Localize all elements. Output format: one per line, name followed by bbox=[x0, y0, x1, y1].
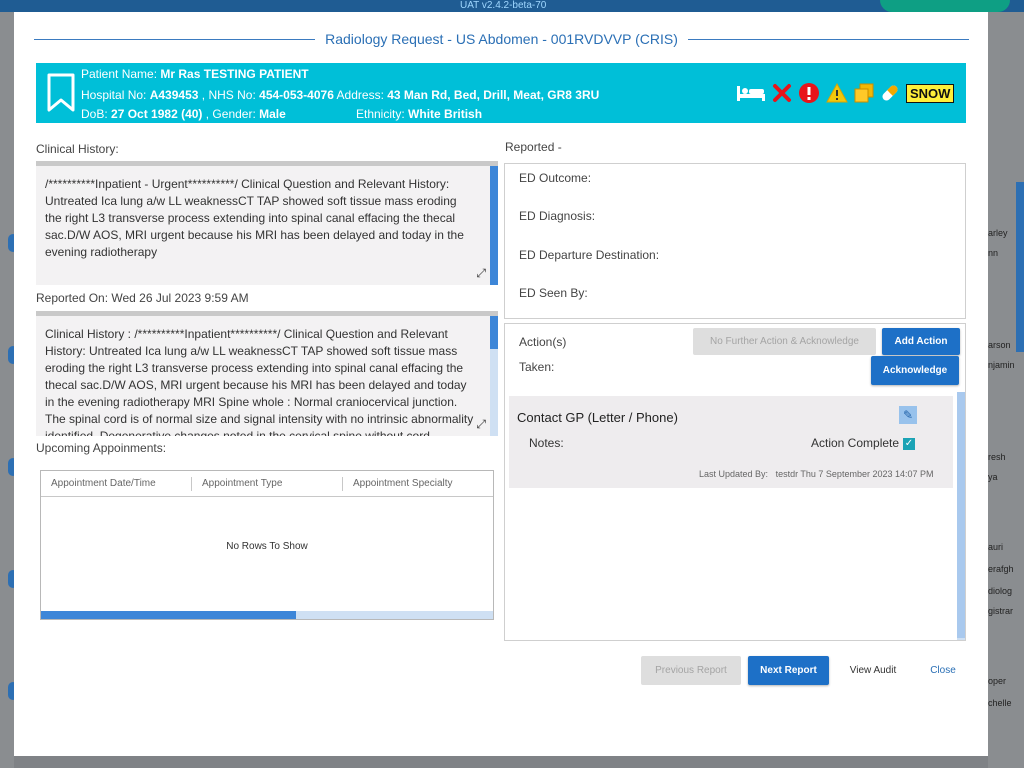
scroll-thumb[interactable] bbox=[490, 316, 498, 349]
nhs-no: 454-053-4076 bbox=[259, 88, 334, 102]
background-list-text: nn bbox=[988, 248, 999, 258]
background-list-text: oper bbox=[988, 676, 1007, 686]
last-updated: Last Updated By: testdr Thu 7 September … bbox=[699, 469, 934, 479]
view-audit-button[interactable]: View Audit bbox=[840, 656, 906, 685]
scroll-thumb[interactable] bbox=[490, 166, 498, 285]
title-rule-right bbox=[687, 38, 970, 40]
action-title: Contact GP (Letter / Phone) bbox=[517, 410, 678, 425]
snow-badge[interactable]: SNOW bbox=[906, 83, 955, 103]
actions-panel: Action(s) Taken: No Further Action & Ack… bbox=[504, 323, 966, 641]
modal-header: Radiology Request - US Abdomen - 001RVDV… bbox=[34, 30, 970, 48]
report-text: Clinical History : /**********Inpatient*… bbox=[45, 327, 474, 436]
title-rule-left bbox=[34, 38, 316, 40]
patient-banner: Patient Name: Mr Ras TESTING PATIENT Hos… bbox=[36, 63, 966, 123]
ed-seen-by-label: ED Seen By: bbox=[519, 286, 588, 300]
no-further-action-button[interactable]: No Further Action & Acknowledge bbox=[693, 328, 876, 355]
expand-icon[interactable]: ⤢ bbox=[476, 266, 486, 281]
cross-icon[interactable] bbox=[772, 83, 792, 103]
patient-name: Mr Ras TESTING PATIENT bbox=[160, 67, 309, 81]
bed-icon[interactable] bbox=[736, 84, 766, 102]
reported-label: Reported - bbox=[505, 140, 562, 154]
background-list-text: gistrar bbox=[988, 606, 1014, 616]
previous-report-button[interactable]: Previous Report bbox=[641, 656, 741, 685]
actions-label: Action(s) bbox=[519, 335, 567, 349]
background-scrollbar bbox=[1016, 182, 1024, 352]
no-rows-message: No Rows To Show bbox=[226, 541, 308, 552]
version-text: UAT v2.4.2-beta-70 bbox=[460, 0, 547, 11]
appointments-grid-header: Appointment Date/Time Appointment Type A… bbox=[41, 471, 493, 497]
appointments-grid: Appointment Date/Time Appointment Type A… bbox=[40, 470, 494, 620]
clinical-history-label: Clinical History: bbox=[36, 142, 119, 156]
appointments-horizontal-scrollbar[interactable] bbox=[41, 611, 493, 619]
acknowledge-button[interactable]: Acknowledge bbox=[871, 356, 959, 385]
pill-icon[interactable] bbox=[880, 83, 900, 103]
ed-diagnosis-label: ED Diagnosis: bbox=[519, 209, 596, 223]
patient-dob-line: DoB: 27 Oct 1982 (40) , Gender: Male bbox=[81, 107, 286, 121]
clinical-history-scrollbar[interactable] bbox=[490, 166, 498, 285]
ethnicity-label: Ethnicity: bbox=[356, 107, 405, 121]
scroll-thumb[interactable] bbox=[957, 392, 965, 638]
last-updated-value: testdr Thu 7 September 2023 14:07 PM bbox=[775, 469, 934, 479]
expand-icon[interactable]: ⤢ bbox=[476, 417, 486, 432]
scroll-thumb[interactable] bbox=[41, 611, 296, 619]
background-list-text: arson bbox=[988, 340, 1011, 350]
background-action-button bbox=[880, 0, 1010, 12]
add-action-button[interactable]: Add Action bbox=[882, 328, 960, 355]
bookmark-icon[interactable] bbox=[46, 73, 76, 113]
patient-id-line: Hospital No: A439453 , NHS No: 454-053-4… bbox=[81, 88, 599, 102]
gender-label: , Gender: bbox=[205, 107, 256, 121]
next-report-button[interactable]: Next Report bbox=[748, 656, 829, 685]
close-button[interactable]: Close bbox=[919, 656, 967, 685]
report-scrollbar[interactable] bbox=[490, 316, 498, 436]
modal-title: Radiology Request - US Abdomen - 001RVDV… bbox=[325, 31, 678, 47]
ed-outcome-label: ED Outcome: bbox=[519, 171, 592, 185]
action-item: Contact GP (Letter / Phone) ✎ Notes: Act… bbox=[509, 396, 953, 488]
report-text-box[interactable]: Clinical History : /**********Inpatient*… bbox=[36, 311, 498, 436]
action-complete-label: Action Complete bbox=[811, 436, 900, 450]
background-list-text: njamin bbox=[988, 360, 1015, 370]
ethnicity: White British bbox=[408, 107, 483, 121]
patient-name-line: Patient Name: Mr Ras TESTING PATIENT bbox=[81, 67, 309, 81]
patient-name-label: Patient Name: bbox=[81, 67, 158, 81]
action-notes-label: Notes: bbox=[529, 436, 564, 450]
copy-icon[interactable] bbox=[854, 83, 874, 103]
alert-icon[interactable] bbox=[798, 82, 820, 104]
warning-icon[interactable] bbox=[826, 83, 848, 103]
background-list-text: ya bbox=[988, 472, 998, 482]
action-complete-checkbox[interactable]: ✓ bbox=[903, 438, 915, 450]
background-list-text: diolog bbox=[988, 586, 1013, 596]
gender: Male bbox=[259, 107, 286, 121]
background-list-text: arley bbox=[988, 228, 1008, 238]
background-topbar: UAT v2.4.2-beta-70 bbox=[0, 0, 1024, 12]
background-list-text: resh bbox=[988, 452, 1006, 462]
edit-icon[interactable]: ✎ bbox=[899, 406, 917, 424]
reported-on: Reported On: Wed 26 Jul 2023 9:59 AM bbox=[36, 291, 249, 305]
column-appointment-date[interactable]: Appointment Date/Time bbox=[41, 476, 192, 491]
last-updated-label: Last Updated By: bbox=[699, 469, 769, 479]
hospital-no-label: Hospital No: bbox=[81, 88, 147, 102]
upcoming-appointments-label: Upcoming Appoinments: bbox=[36, 441, 167, 455]
background-list-text: erafgh bbox=[988, 564, 1014, 574]
dob-label: DoB: bbox=[81, 107, 108, 121]
patient-alert-icons: SNOW bbox=[736, 81, 955, 105]
ed-details-panel: ED Outcome: ED Diagnosis: ED Departure D… bbox=[504, 163, 966, 319]
column-appointment-type[interactable]: Appointment Type bbox=[192, 476, 343, 491]
clinical-history-text: /**********Inpatient - Urgent**********/… bbox=[45, 177, 464, 259]
address: 43 Man Rd, Bed, Drill, Meat, GR8 3RU bbox=[387, 88, 600, 102]
address-label: Address: bbox=[336, 88, 384, 102]
column-appointment-specialty[interactable]: Appointment Specialty bbox=[343, 477, 493, 491]
actions-scrollbar[interactable] bbox=[957, 392, 965, 640]
ed-departure-destination-label: ED Departure Destination: bbox=[519, 248, 660, 262]
patient-ethnicity-line: Ethnicity: White British bbox=[356, 107, 482, 121]
nhs-no-label: , NHS No: bbox=[201, 88, 256, 102]
dob: 27 Oct 1982 (40) bbox=[111, 107, 203, 121]
background-list-text: auri bbox=[988, 542, 1004, 552]
actions-taken-label: Taken: bbox=[519, 360, 555, 374]
clinical-history-box[interactable]: /**********Inpatient - Urgent**********/… bbox=[36, 161, 498, 285]
background-right-strip: arley nn arson njamin resh ya auri erafg… bbox=[988, 12, 1024, 768]
radiology-request-modal: Radiology Request - US Abdomen - 001RVDV… bbox=[14, 12, 988, 756]
background-list-text: chelle bbox=[988, 698, 1012, 708]
hospital-no: A439453 bbox=[149, 88, 199, 102]
background-left-strip bbox=[0, 12, 18, 768]
